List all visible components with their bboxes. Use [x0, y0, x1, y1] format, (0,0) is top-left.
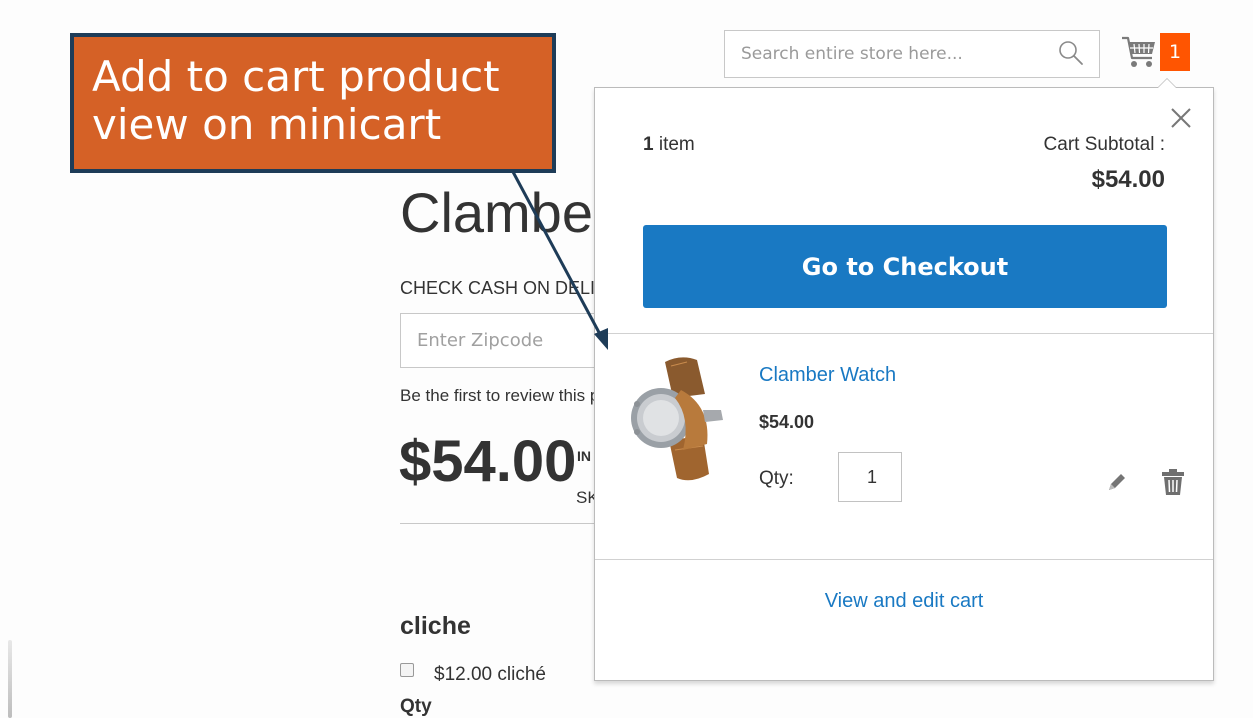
product-price: $54.00	[399, 429, 577, 494]
go-to-checkout-button[interactable]: Go to Checkout	[643, 225, 1167, 308]
subtotal-value: $54.00	[1091, 166, 1165, 193]
cart-item-price: $54.00	[759, 412, 815, 432]
edit-icon[interactable]	[1105, 472, 1127, 494]
search-box	[724, 30, 1100, 78]
annotation-callout: Add to cart product view on minicart	[70, 33, 556, 173]
divider	[595, 559, 1213, 560]
items-count-word: item	[658, 134, 695, 155]
divider	[595, 333, 1213, 334]
search-icon[interactable]	[1058, 40, 1084, 66]
option-title: cliche	[400, 612, 471, 640]
annotation-text: Add to cart product view on minicart	[92, 52, 500, 149]
items-count: 1 item	[643, 134, 695, 156]
cart-item-qty-input[interactable]	[838, 452, 902, 502]
product-thumbnail[interactable]	[625, 354, 737, 484]
subtotal-label: Cart Subtotal :	[1043, 134, 1165, 155]
qty-label: Qty	[400, 696, 432, 717]
option-checkbox[interactable]	[400, 663, 414, 677]
trash-icon[interactable]	[1161, 468, 1185, 496]
cart-item-qty-label: Qty:	[759, 468, 794, 489]
view-and-edit-cart-link[interactable]: View and edit cart	[595, 590, 1213, 613]
search-input[interactable]	[725, 31, 1061, 77]
cart-icon[interactable]	[1120, 34, 1158, 70]
items-count-number: 1	[643, 134, 654, 155]
close-icon[interactable]	[1169, 106, 1193, 130]
option-label: $12.00 cliché	[434, 664, 546, 685]
minicart-dropdown: 1 item Cart Subtotal : $54.00 Go to Chec…	[594, 78, 1214, 681]
cart-item-name-link[interactable]: Clamber Watch	[759, 364, 896, 387]
cart-count-badge[interactable]: 1	[1160, 33, 1190, 71]
page-edge-shadow	[8, 640, 12, 718]
